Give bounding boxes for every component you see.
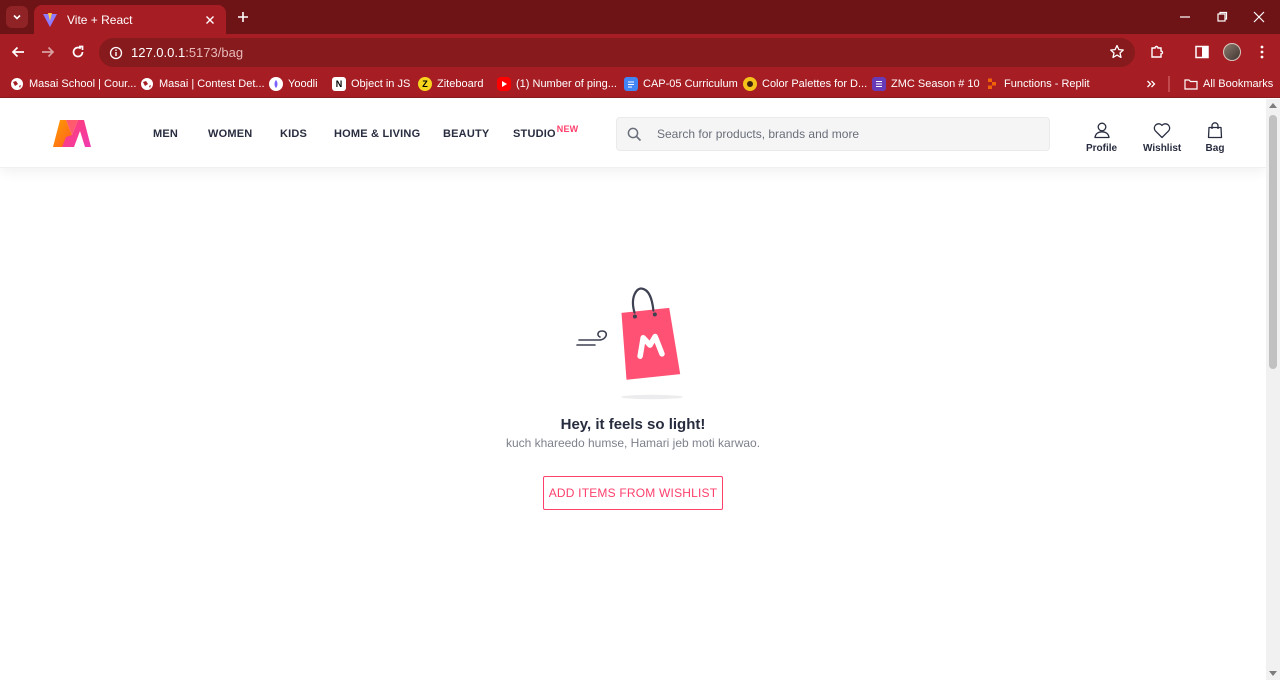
url-text: 127.0.0.1:5173/bag [131,45,244,60]
avatar[interactable] [1223,43,1241,61]
wishlist-button[interactable]: Wishlist [1143,120,1181,154]
nav-home-living[interactable]: HOME & LIVING [334,128,420,140]
palette-icon [743,77,757,91]
address-bar[interactable]: 127.0.0.1:5173/bag [99,38,1135,67]
bag-button[interactable]: Bag [1204,120,1226,154]
double-chevron-right-icon [1147,80,1156,88]
search-bar [616,117,1050,151]
bookmark-item[interactable]: Yoodli [269,75,318,93]
search-icon[interactable] [617,118,651,150]
restore-icon [1217,11,1228,22]
star-icon[interactable] [1109,44,1125,60]
globe-icon [10,77,24,91]
site-header: MEN WOMEN KIDS HOME & LIVING BEAUTY STUD… [0,99,1266,168]
plus-icon [238,12,248,22]
bookmark-item[interactable]: (1) Number of ping... [497,75,617,93]
bookmark-item[interactable]: Color Palettes for D... [743,75,867,93]
reload-button[interactable] [68,42,88,62]
forms-icon [872,77,886,91]
chevron-down-icon [13,14,21,20]
nav-men[interactable]: MEN [153,128,178,140]
myntra-logo[interactable] [52,119,92,148]
site-info-icon[interactable] [107,44,125,62]
menu-button[interactable] [1252,42,1272,62]
all-bookmarks-button[interactable]: All Bookmarks [1184,75,1273,93]
bookmark-item[interactable]: Masai School | Cour... [10,75,136,93]
bookmarks-divider [1168,76,1170,92]
close-icon [1253,11,1265,23]
scroll-down-arrow[interactable] [1269,671,1277,676]
empty-bag-illustration [571,285,691,401]
docs-icon [624,77,638,91]
bookmark-item[interactable]: Functions - Replit [985,75,1090,93]
bookmark-item[interactable]: Masai | Contest Det... [140,75,265,93]
empty-bag-title: Hey, it feels so light! [560,416,706,433]
ziteboard-icon: Z [418,77,432,91]
nav-women[interactable]: WOMEN [208,128,252,140]
add-items-from-wishlist-button[interactable]: ADD ITEMS FROM WISHLIST [543,476,723,510]
bookmark-item[interactable]: N Object in JS [332,75,410,93]
bookmark-item[interactable]: CAP-05 Curriculum [624,75,738,93]
reload-icon [72,45,84,58]
bookmarks-overflow-button[interactable] [1146,75,1156,93]
folder-icon [1184,77,1198,91]
globe-icon [140,77,154,91]
tab-strip: Vite + React [0,0,1280,34]
minimize-button[interactable] [1177,9,1193,25]
tab-title: Vite + React [67,12,133,27]
vite-icon [42,12,58,28]
profile-button[interactable]: Profile [1086,120,1117,154]
search-input[interactable] [657,127,1037,141]
tab-search-button[interactable] [6,6,28,28]
arrow-right-icon [42,46,55,58]
heart-icon [1151,120,1173,140]
nav-kids[interactable]: KIDS [280,128,307,140]
side-panel-button[interactable] [1192,42,1212,62]
minimize-icon [1180,16,1190,18]
browser-toolbar: 127.0.0.1:5173/bag [0,34,1280,70]
bag-icon [1204,120,1226,140]
bookmark-item[interactable]: Z Ziteboard [418,75,483,93]
window-close-button[interactable] [1251,9,1267,25]
puzzle-icon [1151,45,1164,58]
bookmarks-bar: Masai School | Cour... Masai | Contest D… [0,70,1280,98]
wishlist-label: Wishlist [1143,143,1182,154]
arrow-left-icon [11,46,24,58]
restore-button[interactable] [1214,9,1230,25]
forward-button[interactable] [38,42,58,62]
profile-label: Profile [1086,143,1118,154]
page-viewport: MEN WOMEN KIDS HOME & LIVING BEAUTY STUD… [0,99,1266,680]
tab-active[interactable]: Vite + React [34,5,226,34]
empty-bag-subtitle: kuch khareedo humse, Hamari jeb moti kar… [505,436,761,450]
close-icon[interactable] [202,12,218,28]
nav-beauty[interactable]: BEAUTY [443,128,489,140]
kebab-menu-icon [1260,45,1264,59]
scroll-up-arrow[interactable] [1269,103,1277,108]
bookmark-item[interactable]: ZMC Season # 10 [872,75,980,93]
bag-label: Bag [1205,143,1225,154]
replit-icon [985,77,999,91]
yoodli-icon [269,77,283,91]
new-tab-button[interactable] [234,8,252,26]
side-panel-icon [1195,45,1209,59]
page-scrollbar[interactable] [1266,99,1280,680]
extensions-button[interactable] [1147,42,1167,62]
user-icon [1091,120,1113,140]
scroll-thumb[interactable] [1269,115,1277,369]
notion-icon: N [332,77,346,91]
back-button[interactable] [8,42,28,62]
youtube-icon [497,77,511,91]
nav-studio[interactable]: STUDIO NEW [513,124,578,140]
new-badge: NEW [556,124,579,134]
